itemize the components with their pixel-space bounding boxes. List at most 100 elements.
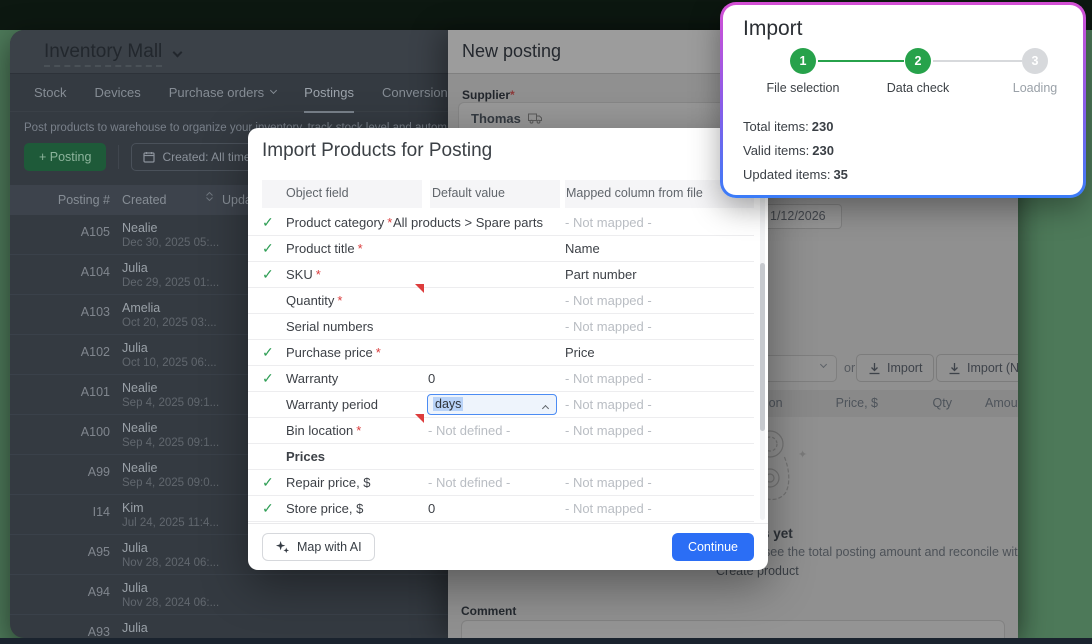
created-date: Oct 10, 2025 06:...: [122, 357, 217, 369]
map-with-ai-button[interactable]: Map with AI: [262, 533, 375, 561]
tab-label: Devices: [95, 74, 141, 112]
mapping-row[interactable]: ✓ Product category* All products > Spare…: [248, 210, 754, 236]
section-title: Prices: [286, 449, 325, 464]
import-button[interactable]: Import: [856, 354, 934, 382]
updated-items-stat: Updated items:35: [743, 167, 848, 182]
mapping-row[interactable]: ✓ Product title* Name: [248, 236, 754, 262]
mapping-row[interactable]: ✓ Purchase price* Price: [248, 340, 754, 366]
sort-icon[interactable]: [206, 192, 213, 201]
created-by: Amelia: [122, 301, 160, 315]
check-icon: ✓: [262, 500, 274, 517]
col-amount: Amount: [985, 396, 1018, 410]
default-value[interactable]: 0: [428, 371, 435, 386]
created-date: Oct 20, 2025 03:...: [122, 317, 217, 329]
tab-label: Postings: [304, 74, 354, 112]
object-field: Product category*: [286, 215, 392, 230]
scrollbar-thumb[interactable]: [760, 263, 765, 431]
mapped-column[interactable]: - Not mapped -: [565, 371, 652, 386]
tab-stock[interactable]: Stock: [34, 74, 67, 112]
mapped-column[interactable]: - Not mapped -: [565, 215, 652, 230]
created-by: Julia: [122, 581, 148, 595]
default-value[interactable]: - Not defined -: [428, 475, 510, 490]
posting-number: A104: [10, 265, 110, 279]
toolbar: + Posting Created: All time: [24, 143, 275, 171]
mapping-row[interactable]: ✓ Warranty 0 - Not mapped -: [248, 366, 754, 392]
mapping-row[interactable]: Quantity* - Not mapped -: [248, 288, 754, 314]
comment-label: Comment: [461, 604, 516, 618]
mapping-row[interactable]: ✓ Repair price, $ - Not defined - - Not …: [248, 470, 754, 496]
mapping-row[interactable]: ✓ Store price, $ 0 - Not mapped -: [248, 496, 754, 522]
default-value[interactable]: 0: [428, 501, 435, 516]
default-value[interactable]: - Not defined -: [428, 423, 510, 438]
tab-label: Purchase orders: [169, 74, 264, 112]
mapping-row[interactable]: Warranty period days - Not mapped -: [248, 392, 754, 418]
continue-button[interactable]: Continue: [672, 533, 754, 561]
created-by: Nealie: [122, 381, 157, 395]
workspace-switcher[interactable]: Inventory Mall: [44, 41, 181, 67]
mapped-column[interactable]: - Not mapped -: [565, 319, 652, 334]
tab-conversions[interactable]: Conversions: [382, 74, 454, 112]
posting-number: A105: [10, 225, 110, 239]
mapped-column[interactable]: - Not mapped -: [565, 293, 652, 308]
chevron-down-icon: [173, 47, 183, 57]
mapping-row[interactable]: Bin location* - Not defined - - Not mapp…: [248, 418, 754, 444]
created-date: Dec 30, 2025 05:...: [122, 237, 219, 249]
or-label: or: [844, 361, 855, 375]
created-date: Nov 28, 2024 06:...: [122, 557, 219, 569]
object-field: Serial numbers: [286, 319, 373, 334]
object-field: Product title*: [286, 241, 363, 256]
created-by: Julia: [122, 621, 148, 635]
object-field: Store price, $: [286, 501, 363, 516]
sparkle-icon: ✦: [798, 448, 807, 461]
supplier-label: Supplier*: [462, 88, 515, 102]
created-date: Sep 4, 2025 09:1...: [122, 397, 219, 409]
add-posting-button[interactable]: + Posting: [24, 143, 106, 171]
col-posting-number: Posting #: [10, 193, 110, 207]
alert-flag-icon: [415, 284, 424, 293]
tab-postings[interactable]: Postings: [304, 74, 354, 112]
comment-textarea[interactable]: [461, 620, 1005, 638]
mapped-column[interactable]: - Not mapped -: [565, 423, 652, 438]
supplier-name: Thomas: [471, 111, 521, 126]
required-asterisk: *: [356, 423, 361, 438]
mapped-column[interactable]: Price: [565, 345, 595, 360]
warranty-period-select[interactable]: days: [427, 394, 557, 415]
col-default-value: Default value: [432, 186, 505, 200]
mapped-column[interactable]: Name: [565, 241, 600, 256]
section-row: Prices: [248, 444, 754, 470]
posting-number: A100: [10, 425, 110, 439]
default-value[interactable]: All products > Spare parts: [393, 215, 543, 230]
created-by: Nealie: [122, 221, 157, 235]
mapped-column[interactable]: - Not mapped -: [565, 397, 652, 412]
mapped-column[interactable]: - Not mapped -: [565, 475, 652, 490]
created-by: Nealie: [122, 421, 157, 435]
required-asterisk: *: [510, 88, 515, 102]
step-connector-done: [818, 60, 904, 62]
created-date: Sep 4, 2025 09:0...: [122, 477, 219, 489]
created-date: Dec 29, 2025 01:...: [122, 277, 219, 289]
mapped-column[interactable]: Part number: [565, 267, 637, 282]
posting-date-input[interactable]: 1/12/2026: [762, 204, 842, 229]
created-by: Julia: [122, 261, 148, 275]
mapping-rows: ✓ Product category* All products > Spare…: [248, 210, 754, 522]
chevron-down-icon: [270, 87, 277, 94]
step-2-circle: 2: [905, 48, 931, 74]
object-field: Warranty period: [286, 397, 378, 412]
import-card-title: Import: [743, 17, 803, 41]
check-icon: ✓: [262, 240, 274, 257]
posting-number: A94: [10, 585, 110, 599]
mapping-row[interactable]: Serial numbers - Not mapped -: [248, 314, 754, 340]
posting-number: A93: [10, 625, 110, 638]
import-alt-button[interactable]: Import (N: [936, 354, 1018, 382]
tab-purchase-orders[interactable]: Purchase orders: [169, 74, 276, 112]
required-asterisk: *: [337, 293, 342, 308]
calendar-icon: [143, 151, 155, 163]
divider: [248, 523, 768, 524]
check-icon: ✓: [262, 266, 274, 283]
col-created[interactable]: Created: [122, 193, 166, 207]
total-items-stat: Total items:230: [743, 119, 833, 134]
mapped-column[interactable]: - Not mapped -: [565, 501, 652, 516]
mapping-row[interactable]: ✓ SKU* Part number: [248, 262, 754, 288]
chevron-down-icon: [820, 361, 827, 368]
tab-devices[interactable]: Devices: [95, 74, 141, 112]
